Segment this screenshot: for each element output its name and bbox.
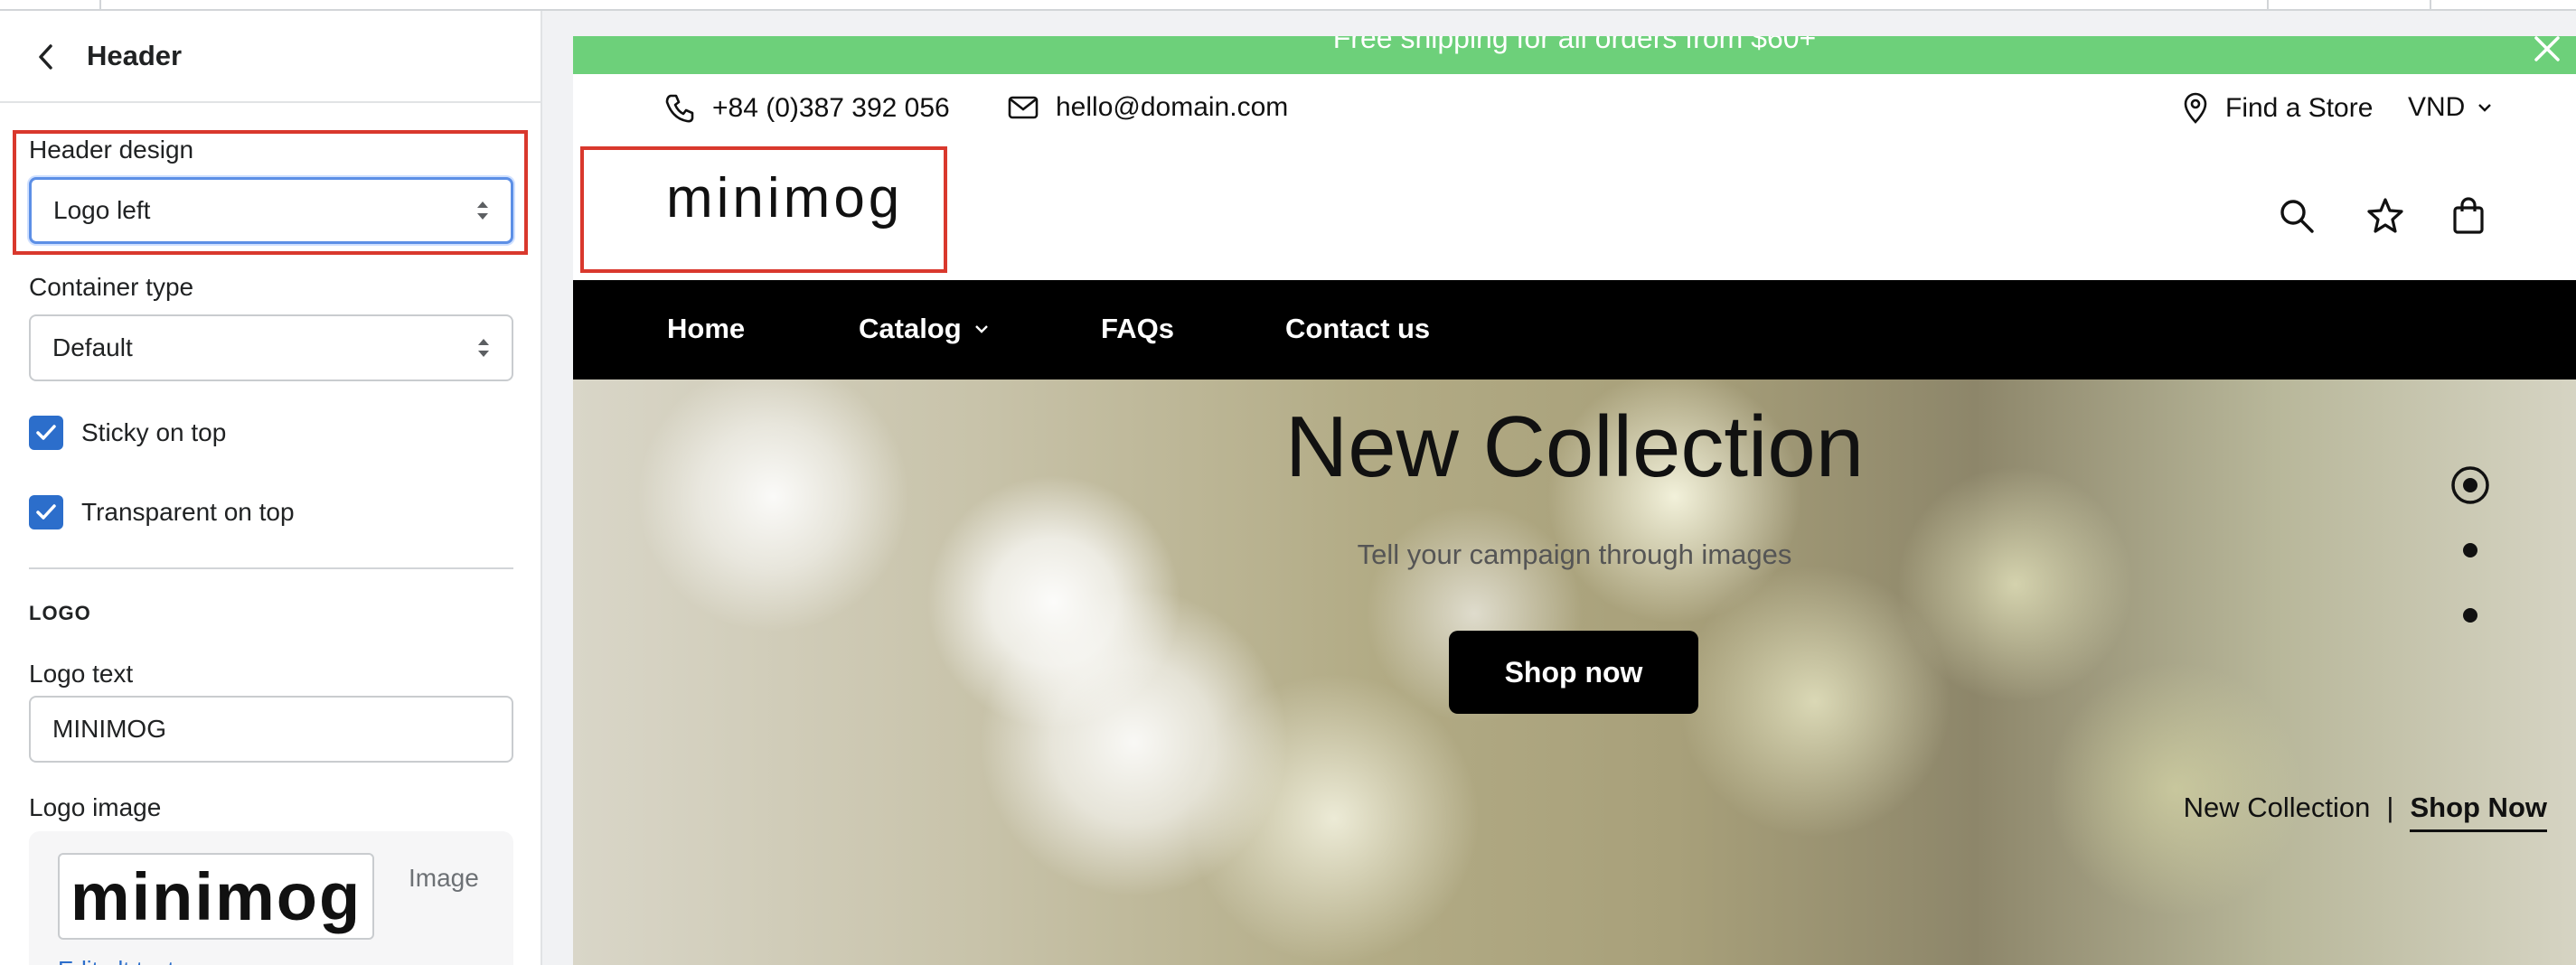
map-pin-icon: [2184, 92, 2207, 124]
slide-dot[interactable]: [2462, 607, 2478, 623]
toolbar-divider: [99, 0, 101, 11]
sidebar-title: Header: [87, 40, 183, 71]
hero-subtitle: Tell your campaign through images: [1357, 539, 1792, 570]
announcement-text: Free shipping for all orders from $60+: [1332, 36, 1817, 54]
logo-image-label: Logo image: [29, 793, 162, 821]
sticky-on-top-checkbox[interactable]: Sticky on top: [29, 416, 226, 450]
mail-icon: [1008, 96, 1039, 119]
find-store-text: Find a Store: [2225, 93, 2374, 123]
slide-dot[interactable]: [2462, 542, 2478, 558]
phone-icon: [665, 94, 694, 123]
sticky-on-top-label: Sticky on top: [81, 418, 227, 446]
transparent-on-top-checkbox[interactable]: Transparent on top: [29, 495, 295, 529]
find-store-link[interactable]: Find a Store: [2182, 92, 2373, 125]
phone-link[interactable]: +84 (0)387 392 056: [663, 92, 950, 125]
app-top-strip: [0, 0, 2576, 11]
hero-title: New Collection: [1284, 398, 1865, 495]
logo-image-panel: minimog Image Edit alt text: [29, 831, 513, 965]
currency-value: VND: [2408, 92, 2466, 122]
main-nav: Home Catalog FAQs Contact us: [573, 280, 2576, 379]
phone-number: +84 (0)387 392 056: [712, 93, 950, 123]
search-button[interactable]: [2276, 195, 2317, 237]
nav-item-home[interactable]: Home: [667, 313, 745, 345]
corner-separator: |: [2386, 792, 2394, 823]
hero-slideshow: New Collection Tell your campaign throug…: [573, 379, 2576, 965]
logo-text-label: Logo text: [29, 660, 134, 688]
email-address: hello@domain.com: [1056, 92, 1289, 122]
back-button[interactable]: [25, 36, 67, 78]
section-divider: [29, 567, 513, 569]
chevron-down-icon: [974, 325, 988, 333]
nav-label: Contact us: [1285, 313, 1431, 344]
container-type-select[interactable]: Default: [29, 314, 513, 381]
wishlist-button[interactable]: [2364, 195, 2406, 237]
shopping-bag-icon: [2453, 197, 2484, 234]
nav-label: Home: [667, 313, 746, 344]
image-button[interactable]: Image: [409, 864, 479, 893]
logo-image-thumbnail[interactable]: minimog: [58, 853, 374, 940]
checkbox-box[interactable]: [29, 495, 63, 529]
highlight-box-logo: [580, 146, 947, 273]
sidebar-header: Header: [0, 11, 541, 103]
search-icon: [2280, 200, 2314, 233]
nav-label: Catalog: [859, 313, 962, 344]
announcement-bar: Free shipping for all orders from $60+: [573, 36, 2576, 74]
corner-shop-now-link[interactable]: Shop Now: [2410, 792, 2547, 832]
hero-corner-caption: New Collection | Shop Now: [2184, 792, 2547, 832]
select-arrows-icon: [478, 339, 489, 357]
nav-label: FAQs: [1101, 313, 1174, 344]
edit-alt-text-link[interactable]: Edit alt text: [58, 956, 174, 965]
highlight-box-header-design: [13, 130, 528, 255]
top-info-bar: +84 (0)387 392 056 hello@domain.com Find…: [573, 74, 2576, 148]
currency-selector[interactable]: VND: [2408, 92, 2492, 123]
nav-item-faqs[interactable]: FAQs: [1101, 313, 1174, 345]
shop-now-button[interactable]: Shop now: [1449, 631, 1698, 714]
toolbar-divider: [2267, 0, 2269, 11]
container-type-value: Default: [52, 333, 133, 361]
logo-section-title: LOGO: [29, 602, 91, 624]
announcement-close-button[interactable]: [2529, 36, 2565, 67]
checkmark-icon: [36, 425, 56, 440]
checkmark-icon: [36, 504, 56, 520]
star-icon: [2367, 198, 2403, 233]
chevron-left-icon: [39, 44, 52, 70]
slide-dot-active[interactable]: [2449, 464, 2491, 506]
checkbox-box[interactable]: [29, 416, 63, 450]
corner-label: New Collection: [2183, 792, 2371, 823]
container-type-label: Container type: [29, 273, 194, 301]
logo-text-input[interactable]: MINIMOG: [29, 696, 513, 763]
email-link[interactable]: hello@domain.com: [1007, 92, 1288, 123]
toolbar-divider: [2430, 0, 2431, 11]
transparent-on-top-label: Transparent on top: [81, 498, 295, 526]
nav-item-contact[interactable]: Contact us: [1285, 313, 1430, 345]
nav-item-catalog[interactable]: Catalog: [859, 313, 989, 345]
chevron-down-icon: [2478, 104, 2492, 112]
close-icon: [2534, 36, 2560, 61]
cart-button[interactable]: [2448, 195, 2489, 237]
logo-thumbnail-text: minimog: [70, 858, 362, 934]
